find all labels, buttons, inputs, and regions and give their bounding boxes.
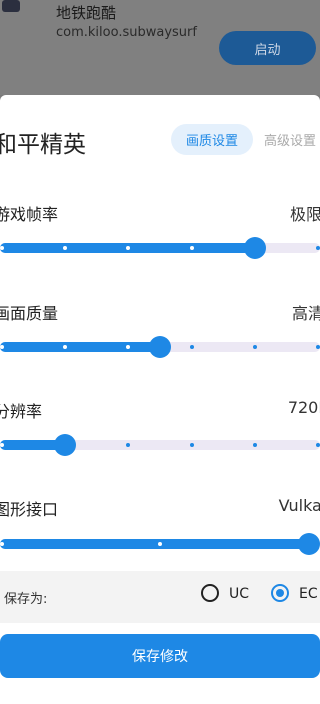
ec-radio[interactable] (271, 584, 289, 602)
slider-step-dot (0, 246, 4, 250)
slider-step-dot (189, 345, 194, 349)
launch-button[interactable]: 启动 (219, 31, 316, 65)
picture-quality-slider[interactable] (0, 336, 320, 358)
app-icon (2, 0, 20, 12)
picture-quality-value: 高清 (291, 304, 320, 323)
sheet-title: 和平精英 (0, 132, 86, 158)
slider-step-dot (252, 345, 257, 349)
app-package: com.kiloo.subwaysurf (56, 25, 197, 40)
slider-step-dot (316, 246, 320, 250)
resolution-label: 分辨率 (0, 402, 43, 421)
uc-option-label[interactable]: UC (229, 586, 249, 602)
slider-step-dot (189, 246, 194, 250)
save-as-label: 保存为: (4, 592, 48, 607)
graphics-api-slider[interactable] (0, 533, 320, 555)
slider-thumb[interactable] (243, 237, 266, 259)
slider-step-dot (0, 542, 4, 546)
slider-step-dot (0, 345, 4, 349)
slider-thumb[interactable] (149, 336, 171, 358)
frame-rate-value: 极限 (289, 205, 320, 224)
save-changes-button[interactable]: 保存修改 (0, 634, 320, 678)
save-as-bar: 保存为: UC EC (0, 571, 320, 623)
slider-step-dot (126, 443, 131, 447)
ec-option-label[interactable]: EC (299, 586, 318, 602)
frame-rate-slider[interactable] (0, 237, 320, 259)
slider-thumb[interactable] (54, 434, 77, 456)
picture-quality-label: 画面质量 (0, 304, 59, 323)
slider-step-dot (189, 443, 194, 447)
slider-fill (0, 342, 160, 352)
slider-step-dot (316, 443, 320, 447)
resolution-slider[interactable] (0, 434, 320, 456)
slider-step-dot (158, 542, 162, 546)
app-name: 地铁跑酷 (56, 4, 117, 22)
graphics-api-value: Vulkan (278, 496, 320, 515)
slider-step-dot (316, 345, 320, 349)
graphics-api-label: 图形接口 (0, 500, 59, 519)
settings-sheet: 和平精英 画质设置 高级设置 游戏帧率 极限 画面质量 高清 分辨率 720P … (0, 95, 320, 704)
tab-quality-settings[interactable]: 画质设置 (171, 124, 253, 155)
background-app-card: 地铁跑酷 com.kiloo.subwaysurf 启动 (0, 0, 320, 95)
frame-rate-label: 游戏帧率 (0, 205, 59, 224)
tab-advanced-settings[interactable]: 高级设置 (264, 124, 316, 155)
slider-step-dot (0, 443, 4, 447)
slider-step-dot (252, 443, 257, 447)
slider-thumb[interactable] (298, 533, 320, 555)
uc-radio[interactable] (201, 584, 219, 602)
resolution-value: 720P (287, 398, 320, 417)
